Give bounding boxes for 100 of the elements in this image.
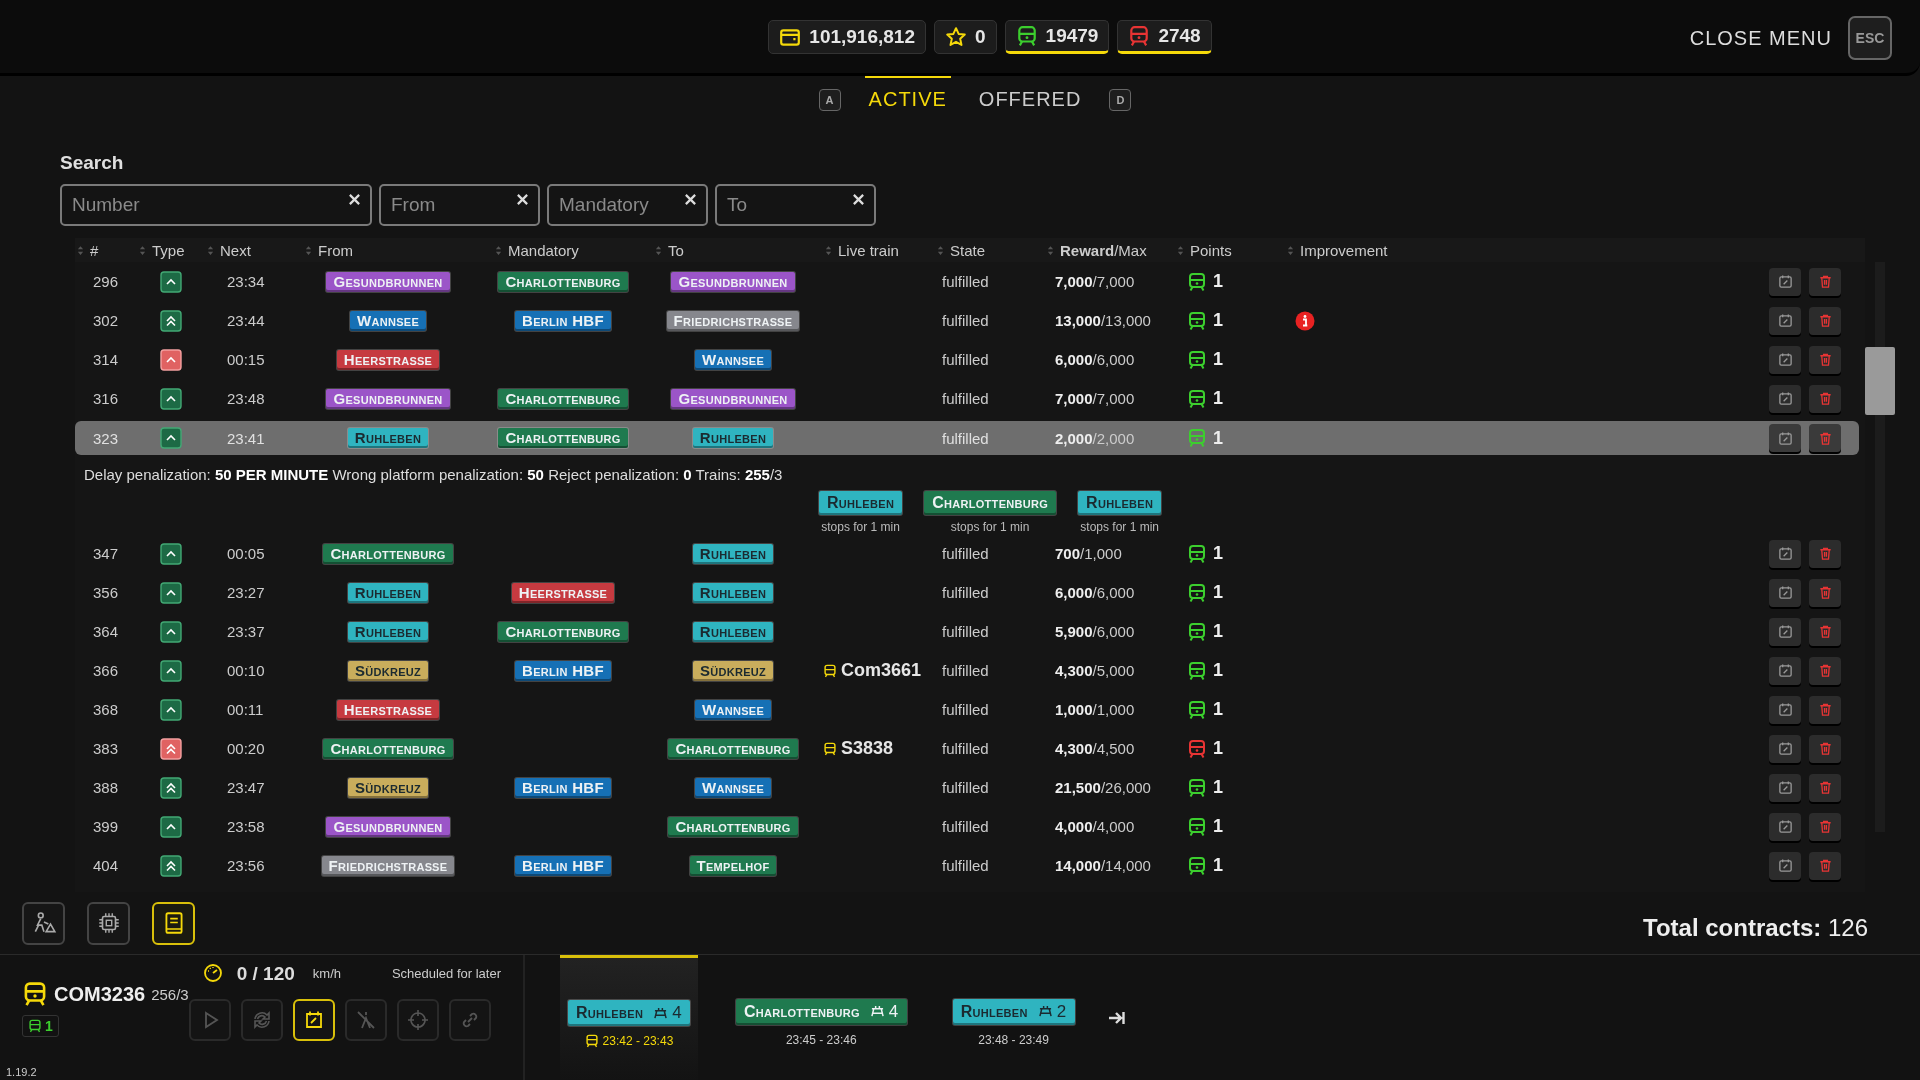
delete-button[interactable] [1809,424,1841,452]
table-cell-text: 296 [92,273,120,290]
table-row[interactable]: 368 00:11 Heerstraße Wannsee fulfilled 1,000/1,000 1 [75,690,1859,729]
table-cell-text: 2,000/2,000 [1054,429,1136,447]
key-hint: A [818,89,841,111]
table-row[interactable]: 388 23:47 Südkreuz Berlin HBF Wannsee fulfilled 21,500/26,000 1 [75,768,1859,807]
column-header[interactable]: Live train [838,241,899,259]
clear-icon[interactable] [516,193,529,206]
schedule-button[interactable] [1769,539,1801,568]
route-stop[interactable]: Ruhleben 2 23:48 - 23:49 [944,955,1083,1080]
station-tag: Wannsee [694,777,772,798]
delete-button[interactable] [1809,306,1841,335]
schedule-button[interactable] [1769,306,1801,335]
table-row[interactable]: 347 00:05 Charlottenburg Ruhleben fulfilled 700/1,000 1 [75,534,1859,573]
column-header[interactable]: Mandatory [508,241,579,259]
sort-icon[interactable] [1177,244,1184,256]
total-contracts: Total contracts: 126 [1643,914,1868,942]
target-button[interactable] [396,999,439,1041]
live-train-link[interactable]: Com3661 [841,660,922,681]
column-header[interactable]: From [318,241,353,259]
selected-row[interactable]: 323 23:41 Ruhleben Charlottenburg Ruhleben fulfilled 2,000/2,000 1 [75,421,1859,455]
book-tool-button[interactable] [152,901,195,945]
table-row[interactable]: 296 23:34 Gesundbrunnen Charlottenburg Gesundbrunnen fulfilled 7,000/7,000 1 [75,262,1859,301]
schedule-button[interactable] [1769,424,1801,452]
tab[interactable]: ACTIVE [864,73,951,121]
search-field[interactable]: To [715,184,876,226]
delete-button[interactable] [1809,384,1841,413]
column-header[interactable]: Points [1190,241,1232,259]
sort-icon[interactable] [1047,244,1054,256]
clear-icon[interactable] [348,193,361,206]
chip-tool-button[interactable] [87,901,130,945]
table-row[interactable]: 366 00:10 Südkreuz Berlin HBF Südkreuz Com3661 fulfilled 4,300/5,000 1 [75,651,1859,690]
delete-button[interactable] [1809,578,1841,607]
calendar-button[interactable] [292,999,335,1041]
schedule-button[interactable] [1769,734,1801,763]
route-stop[interactable]: Charlottenburg 4 23:45 - 23:46 [727,955,915,1080]
column-header[interactable]: # [90,241,99,259]
schedule-button[interactable] [1769,578,1801,607]
esc-key[interactable]: ESC [1848,16,1892,60]
clear-icon[interactable] [852,193,865,206]
schedule-button[interactable] [1769,773,1801,802]
sort-icon[interactable] [655,244,662,256]
delete-button[interactable] [1809,695,1841,724]
table-cell-text: fulfilled [941,857,990,874]
live-train-link[interactable]: S3838 [841,738,894,759]
close-menu-link[interactable]: CLOSE MENU [1689,26,1832,50]
column-header[interactable]: State [950,241,986,259]
table-row[interactable]: 314 00:15 Heerstraße Wannsee fulfilled 6,000/6,000 1 [75,340,1859,379]
schedule-button[interactable] [1769,345,1801,374]
column-header[interactable]: Reward/Max [1060,241,1147,259]
delete-button[interactable] [1809,812,1841,841]
table-cell-text: 4,300/4,500 [1054,740,1136,757]
scroll-thumb[interactable] [1865,347,1895,415]
delete-button[interactable] [1809,734,1841,763]
table-row[interactable]: 316 23:48 Gesundbrunnen Charlottenburg Gesundbrunnen fulfilled 7,000/7,000 1 [75,379,1859,418]
resource-counter: 19479 [1004,19,1110,54]
clear-icon[interactable] [684,193,697,206]
sort-icon[interactable] [77,244,84,256]
search-field[interactable]: From [379,184,540,226]
sort-icon[interactable] [1287,244,1294,256]
schedule-button[interactable] [1769,851,1801,880]
sort-icon[interactable] [305,244,312,256]
construction-tool-button[interactable] [22,901,65,945]
station-tag: Tempelhof [689,855,777,876]
schedule-button[interactable] [1769,267,1801,296]
sort-icon[interactable] [495,244,502,256]
column-header[interactable]: Improvement [1300,241,1388,259]
play-button[interactable] [188,999,231,1041]
tab[interactable]: OFFERED [974,73,1086,121]
sort-icon[interactable] [139,244,146,256]
schedule-button[interactable] [1769,656,1801,685]
search-field[interactable]: Number [60,184,372,226]
delete-button[interactable] [1809,617,1841,646]
delete-button[interactable] [1809,773,1841,802]
table-row[interactable]: 356 23:27 Ruhleben Heerstraße Ruhleben fulfilled 6,000/6,000 1 [75,573,1859,612]
table-row[interactable]: 383 00:20 Charlottenburg Charlottenburg S3838 fulfilled 4,300/4,500 1 [75,729,1859,768]
schedule-button[interactable] [1769,812,1801,841]
column-header[interactable]: Next [220,241,251,259]
schedule-button[interactable] [1769,695,1801,724]
sort-icon[interactable] [825,244,832,256]
delete-button[interactable] [1809,267,1841,296]
station-tag: Gesundbrunnen [326,388,450,409]
info-icon[interactable] [1295,310,1315,331]
search-field[interactable]: Mandatory [547,184,708,226]
refresh-button[interactable] [240,999,283,1041]
no-signal-button[interactable] [344,999,387,1041]
schedule-button[interactable] [1769,617,1801,646]
delete-button[interactable] [1809,656,1841,685]
table-row[interactable]: 302 23:44 Wannsee Berlin HBF Friedrichstraße fulfilled 13,000/13,000 1 [75,301,1859,340]
delete-button[interactable] [1809,345,1841,374]
delete-button[interactable] [1809,851,1841,880]
table-row[interactable]: 399 23:58 Gesundbrunnen Charlottenburg fulfilled 4,000/4,000 1 [75,807,1859,846]
sort-icon[interactable] [207,244,214,256]
delete-button[interactable] [1809,539,1841,568]
sort-icon[interactable] [937,244,944,256]
table-row[interactable]: 364 23:37 Ruhleben Charlottenburg Ruhleben fulfilled 5,900/6,000 1 [75,612,1859,651]
column-header[interactable]: Type [152,241,185,259]
table-row[interactable]: 404 23:56 Friedrichstraße Berlin HBF Tempelhof fulfilled 14,000/14,000 1 [75,846,1859,885]
column-header[interactable]: To [668,241,684,259]
schedule-button[interactable] [1769,384,1801,413]
